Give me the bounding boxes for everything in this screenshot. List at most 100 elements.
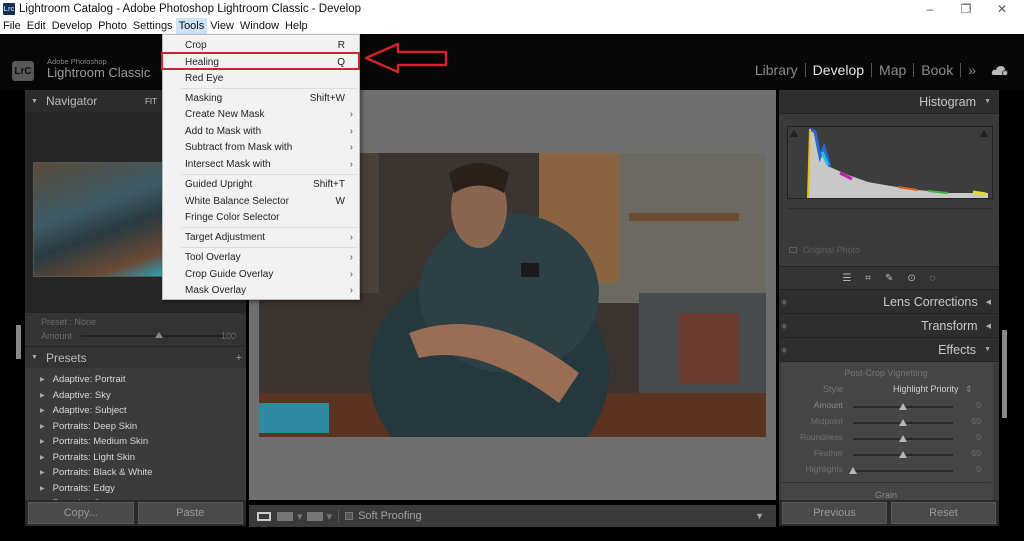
menu-item-label: Crop	[185, 39, 207, 51]
menu-window[interactable]: Window	[237, 18, 282, 34]
menu-separator	[181, 247, 357, 248]
add-preset-button[interactable]: +	[236, 352, 242, 364]
title-bar: Lrc Lightroom Catalog - Adobe Photoshop …	[0, 0, 1024, 18]
list-item[interactable]: ▶ Portraits: Medium Skin	[25, 434, 246, 450]
module-book[interactable]: Book	[921, 62, 953, 78]
slider-thumb[interactable]	[899, 435, 907, 442]
slider-thumb[interactable]	[899, 403, 907, 410]
original-photo-checkbox[interactable]	[789, 247, 797, 253]
app-icon: Lrc	[3, 3, 15, 15]
menu-item-label: Crop Guide Overlay	[185, 268, 274, 280]
menu-help[interactable]: Help	[282, 18, 311, 34]
before-after-split-icon[interactable]	[306, 511, 323, 521]
reset-button[interactable]: Reset	[891, 502, 996, 524]
menu-item-label: Subtract from Mask with	[185, 141, 293, 153]
menu-item-white-balance-selector[interactable]: White Balance Selector W	[163, 193, 359, 209]
menu-item-create-new-mask[interactable]: Create New Mask ›	[163, 106, 359, 122]
chevron-right-icon: ›	[349, 141, 353, 153]
slider-thumb[interactable]	[849, 467, 857, 474]
red-eye-icon[interactable]: ⊙	[907, 273, 915, 284]
slider-value[interactable]: 50	[972, 416, 981, 426]
effects-header[interactable]: ◉ Effects ▼	[779, 338, 999, 362]
paste-button[interactable]: Paste	[137, 502, 243, 524]
menu-item-guided-upright[interactable]: Guided Upright Shift+T	[163, 176, 359, 192]
restore-button[interactable]: ❐	[948, 0, 984, 18]
navigator-zoom-fit[interactable]: FIT	[145, 97, 157, 106]
menu-tools[interactable]: Tools	[175, 18, 208, 34]
menu-item-masking[interactable]: Masking Shift+W	[163, 90, 359, 106]
dropdown-icon[interactable]: ▾	[327, 510, 333, 523]
list-item[interactable]: ▶ Portraits: Edgy	[25, 481, 246, 497]
style-dropdown[interactable]: Highlight Priority	[893, 384, 959, 394]
slider-thumb[interactable]	[154, 332, 163, 338]
soft-proofing-checkbox[interactable]	[345, 512, 354, 520]
menu-item-label: White Balance Selector	[185, 195, 289, 207]
histogram-chart[interactable]	[787, 126, 993, 199]
slider-value[interactable]: 50	[972, 448, 981, 458]
menu-separator	[181, 174, 357, 175]
menu-item-add-to-mask[interactable]: Add to Mask with ›	[163, 123, 359, 139]
list-item[interactable]: ▶ Adaptive: Subject	[25, 403, 246, 419]
left-button-bar: Copy... Paste	[25, 500, 246, 526]
divider	[338, 509, 340, 523]
dropdown-icon[interactable]: ▾	[297, 510, 303, 523]
slider-value[interactable]: 0	[976, 464, 981, 474]
more-modules-button[interactable]: »	[968, 62, 976, 78]
module-develop[interactable]: Develop	[813, 62, 864, 78]
menu-item-red-eye[interactable]: Red Eye	[163, 70, 359, 86]
panel-switch-icon: ◉	[781, 346, 788, 354]
slider-value[interactable]: 0	[976, 432, 981, 442]
loupe-view-icon[interactable]	[257, 511, 271, 521]
slider-midpoint: Midpoint 50	[781, 416, 991, 430]
slider-track[interactable]	[853, 470, 953, 472]
list-item[interactable]: ▶ Portraits: Deep Skin	[25, 419, 246, 435]
menu-item-crop[interactable]: Crop R	[163, 37, 359, 53]
menu-item-crop-guide-overlay[interactable]: Crop Guide Overlay ›	[163, 266, 359, 282]
preset-label: Portraits: Light Skin	[52, 451, 135, 463]
slider-value[interactable]: 0	[976, 400, 981, 410]
menu-settings[interactable]: Settings	[130, 18, 176, 34]
menu-item-target-adjustment[interactable]: Target Adjustment ›	[163, 229, 359, 245]
preset-label: Adaptive: Subject	[52, 405, 127, 417]
presets-header[interactable]: ▼ Presets +	[25, 346, 246, 368]
navigator-preview[interactable]	[33, 162, 163, 277]
menu-item-mask-overlay[interactable]: Mask Overlay ›	[163, 282, 359, 298]
edit-sliders-icon[interactable]: ☰	[842, 273, 851, 284]
masking-icon[interactable]: ◌	[930, 273, 936, 284]
list-item[interactable]: ▶ Portraits: Light Skin	[25, 450, 246, 466]
slider-thumb[interactable]	[899, 419, 907, 426]
menu-edit[interactable]: Edit	[24, 18, 49, 34]
before-after-icon[interactable]	[277, 511, 293, 521]
left-scrollbar[interactable]	[16, 325, 21, 359]
transform-header[interactable]: ◉ Transform ◀	[779, 314, 999, 338]
vignette-title: Post-Crop Vignetting	[844, 368, 928, 378]
histogram-header[interactable]: Histogram ▼	[779, 90, 999, 114]
right-scrollbar[interactable]	[1002, 330, 1007, 418]
module-library[interactable]: Library	[755, 62, 798, 78]
menu-photo[interactable]: Photo	[95, 18, 130, 34]
menu-item-intersect-mask[interactable]: Intersect Mask with ›	[163, 156, 359, 172]
menu-item-tool-overlay[interactable]: Tool Overlay ›	[163, 249, 359, 265]
module-map[interactable]: Map	[879, 62, 906, 78]
slider-thumb[interactable]	[899, 451, 907, 458]
healing-icon[interactable]: ✎	[885, 273, 893, 284]
menu-develop[interactable]: Develop	[49, 18, 95, 34]
previous-button[interactable]: Previous	[782, 502, 887, 524]
toolbar-menu-icon[interactable]: ▼	[755, 511, 764, 521]
list-item[interactable]: ▶ Portraits: Black & White	[25, 465, 246, 481]
chevron-right-icon: ›	[349, 284, 353, 296]
menu-file[interactable]: File	[0, 18, 24, 34]
menu-item-subtract-from-mask[interactable]: Subtract from Mask with ›	[163, 139, 359, 155]
expand-icon: ▶	[40, 377, 45, 384]
menu-view[interactable]: View	[207, 18, 237, 34]
close-button[interactable]: ✕	[984, 0, 1020, 18]
list-item[interactable]: ▶ Adaptive: Sky	[25, 388, 246, 404]
copy-button[interactable]: Copy...	[28, 502, 134, 524]
minimize-button[interactable]: –	[912, 0, 948, 18]
original-photo-label: Original Photo	[803, 245, 861, 255]
crop-icon[interactable]: ⌗	[865, 273, 871, 284]
lens-corrections-header[interactable]: ◉ Lens Corrections ◀	[779, 290, 999, 314]
menu-item-fringe-color-selector[interactable]: Fringe Color Selector	[163, 209, 359, 225]
list-item[interactable]: ▶ Adaptive: Portrait	[25, 372, 246, 388]
cloud-sync-icon[interactable]	[991, 64, 1009, 76]
